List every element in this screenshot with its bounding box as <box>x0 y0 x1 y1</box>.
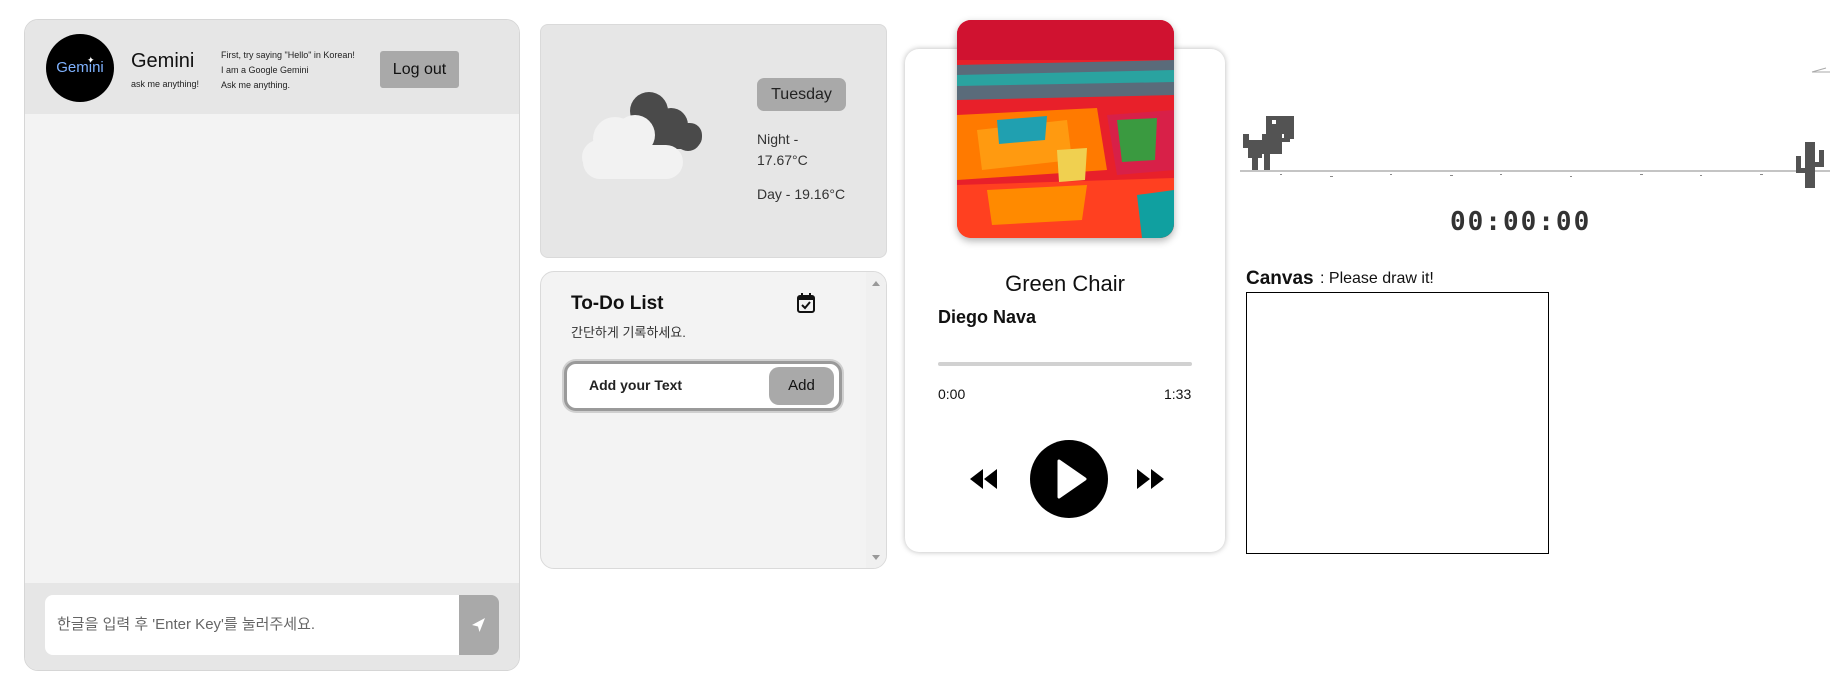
rewind-icon[interactable] <box>969 468 999 490</box>
todo-input[interactable]: Add your Text <box>589 377 682 393</box>
canvas-title: Canvas <box>1246 268 1314 289</box>
gemini-logo: ✦ Gemini <box>46 34 114 102</box>
calendar-check-icon[interactable] <box>796 292 816 314</box>
weather-widget: Tuesday Night - 17.67°C Day - 19.16°C <box>540 24 887 258</box>
cloud-icon <box>582 92 702 179</box>
fast-forward-icon[interactable] <box>1135 468 1165 490</box>
scrollbar-arrows-icon <box>872 281 880 560</box>
weather-day-temp: Day - 19.16°C <box>757 186 846 202</box>
chat-input-bar: 한글을 입력 후 'Enter Key'를 눌러주세요. <box>25 583 519 670</box>
chat-input[interactable]: 한글을 입력 후 'Enter Key'를 눌러주세요. <box>45 595 459 655</box>
chat-note: Ask me anything. <box>221 80 291 90</box>
send-button[interactable] <box>459 595 499 655</box>
duration: 1:33 <box>1164 386 1192 402</box>
logout-button[interactable]: Log out <box>380 51 459 88</box>
todo-scrollbar[interactable] <box>866 272 886 568</box>
sparkle-icon: ✦ <box>87 55 95 65</box>
chat-header: ✦ Gemini Gemini ask me anything! First, … <box>25 20 519 114</box>
cloud-mark-icon <box>1811 67 1830 73</box>
chat-note: I am a Google Gemini <box>221 65 309 75</box>
dino-icon <box>1243 116 1294 170</box>
album-art <box>957 20 1174 238</box>
song-artist: Diego Nava <box>938 307 1037 327</box>
progress-bar[interactable] <box>938 362 1192 366</box>
current-time: 0:00 <box>938 386 966 402</box>
gemini-logo-text: Gemini <box>56 59 104 76</box>
weather-night-temp: Night - 17.67°C <box>757 131 808 168</box>
game-timer: 00:00:00 <box>1450 207 1592 237</box>
chat-notes: First, try saying "Hello" in Korean! I a… <box>221 48 355 93</box>
todo-form: Add your Text Add <box>564 361 842 411</box>
todo-subtitle: 간단하게 기록하세요. <box>571 325 686 340</box>
canvas-hint: : Please draw it! <box>1320 270 1434 287</box>
chat-title: Gemini <box>131 50 195 72</box>
todo-title: To-Do List <box>571 293 664 314</box>
todo-add-button[interactable]: Add <box>769 367 834 405</box>
chat-panel: ✦ Gemini Gemini ask me anything! First, … <box>24 19 520 671</box>
play-button[interactable] <box>1030 440 1108 518</box>
chat-note: First, try saying "Hello" in Korean! <box>221 50 355 60</box>
send-icon <box>472 618 485 632</box>
drawing-canvas[interactable] <box>1246 292 1549 554</box>
chat-tagline: ask me anything! <box>131 79 200 89</box>
song-title: Green Chair <box>1005 271 1125 296</box>
todo-widget: To-Do List 간단하게 기록하세요. Add your Text Add <box>540 271 887 569</box>
weather-day-badge: Tuesday <box>757 78 846 111</box>
cactus-icon <box>1796 142 1824 188</box>
